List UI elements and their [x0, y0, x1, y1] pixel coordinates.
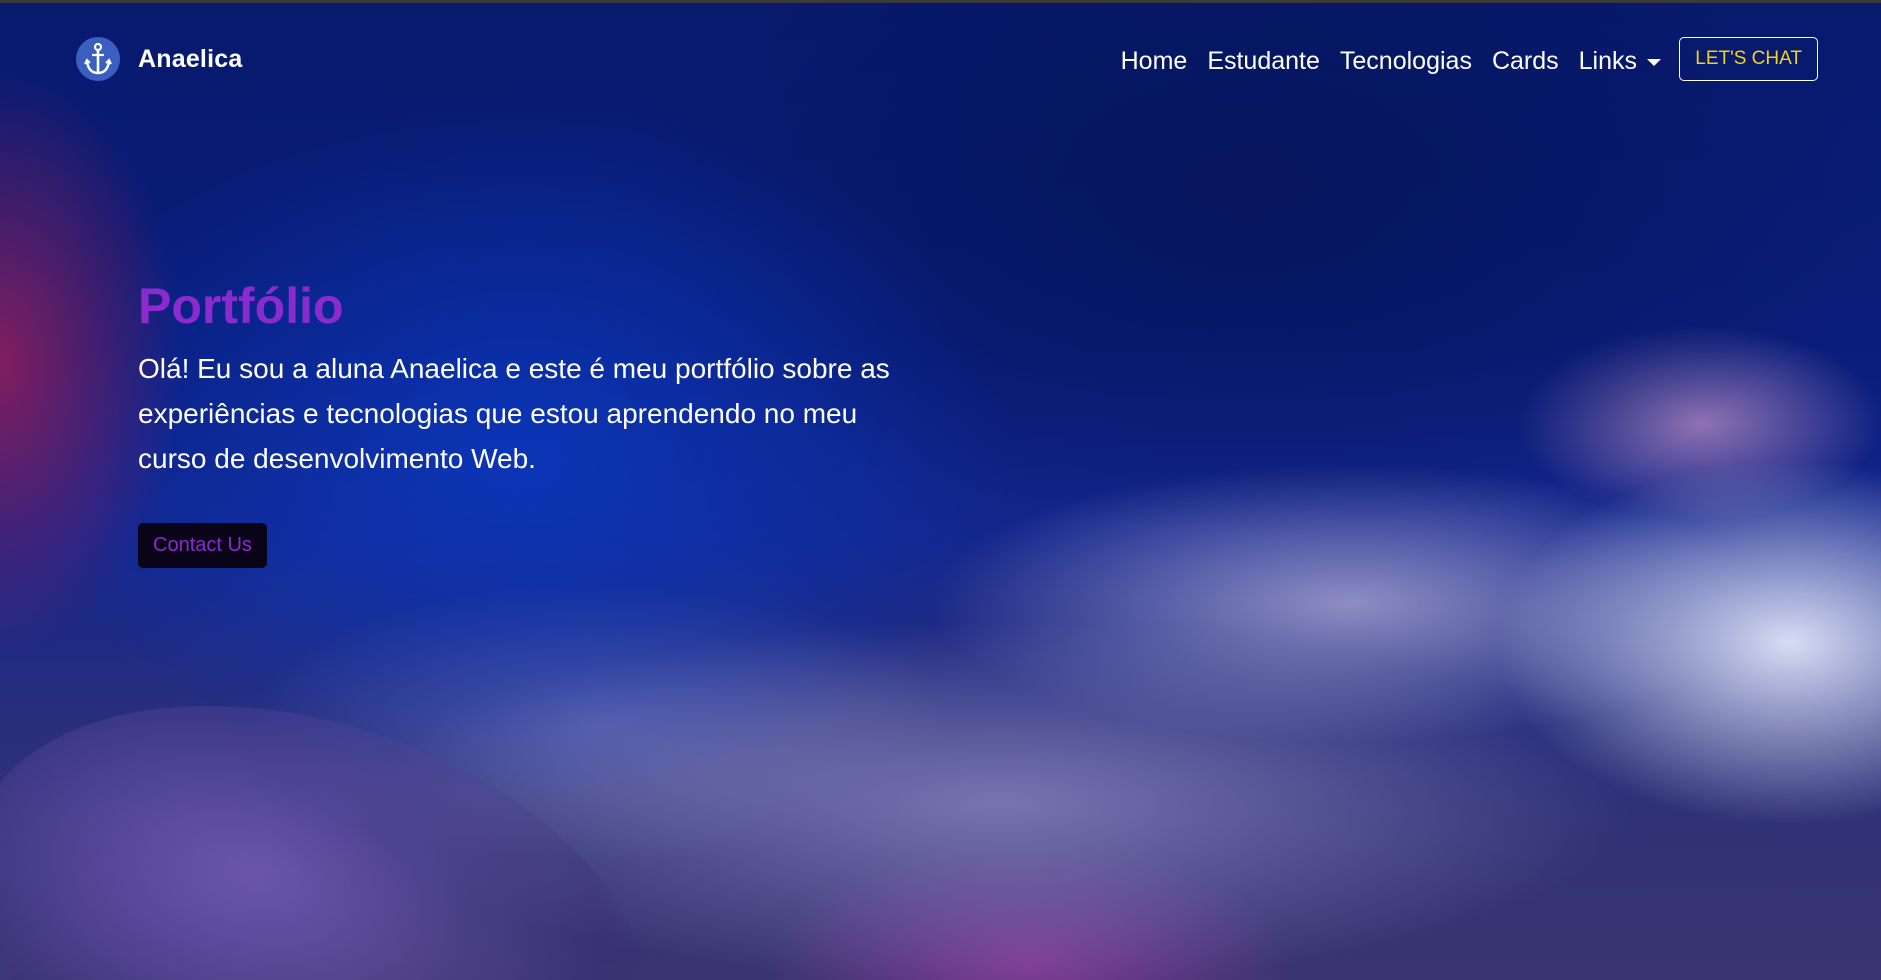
- top-navbar: Anaelica Home Estudante Tecnologias Card…: [0, 3, 1881, 121]
- nav-link-cards[interactable]: Cards: [1492, 47, 1559, 76]
- contact-us-button[interactable]: Contact Us: [138, 522, 267, 568]
- hero-title: Portfólio: [138, 278, 344, 334]
- hero-section: Portfólio Olá! Eu sou a aluna Anaelica e…: [138, 278, 918, 568]
- nav-link-tecnologias[interactable]: Tecnologias: [1340, 47, 1472, 76]
- nav-dropdown-label: Links: [1578, 47, 1637, 75]
- lets-chat-button[interactable]: LET'S CHAT: [1679, 37, 1818, 81]
- nav-menu: Home Estudante Tecnologias Cards Links: [1121, 47, 1661, 76]
- nav-link-estudante[interactable]: Estudante: [1207, 47, 1320, 76]
- brand-link[interactable]: Anaelica: [76, 37, 242, 81]
- nav-link-home[interactable]: Home: [1121, 47, 1188, 76]
- portfolio-page: Anaelica Home Estudante Tecnologias Card…: [0, 0, 1881, 980]
- nav-dropdown-links[interactable]: Links: [1579, 47, 1661, 76]
- caret-down-icon: [1647, 59, 1661, 66]
- brand-name: Anaelica: [138, 44, 243, 73]
- anchor-icon: [76, 37, 120, 81]
- hero-description: Olá! Eu sou a aluna Anaelica e este é me…: [138, 352, 890, 474]
